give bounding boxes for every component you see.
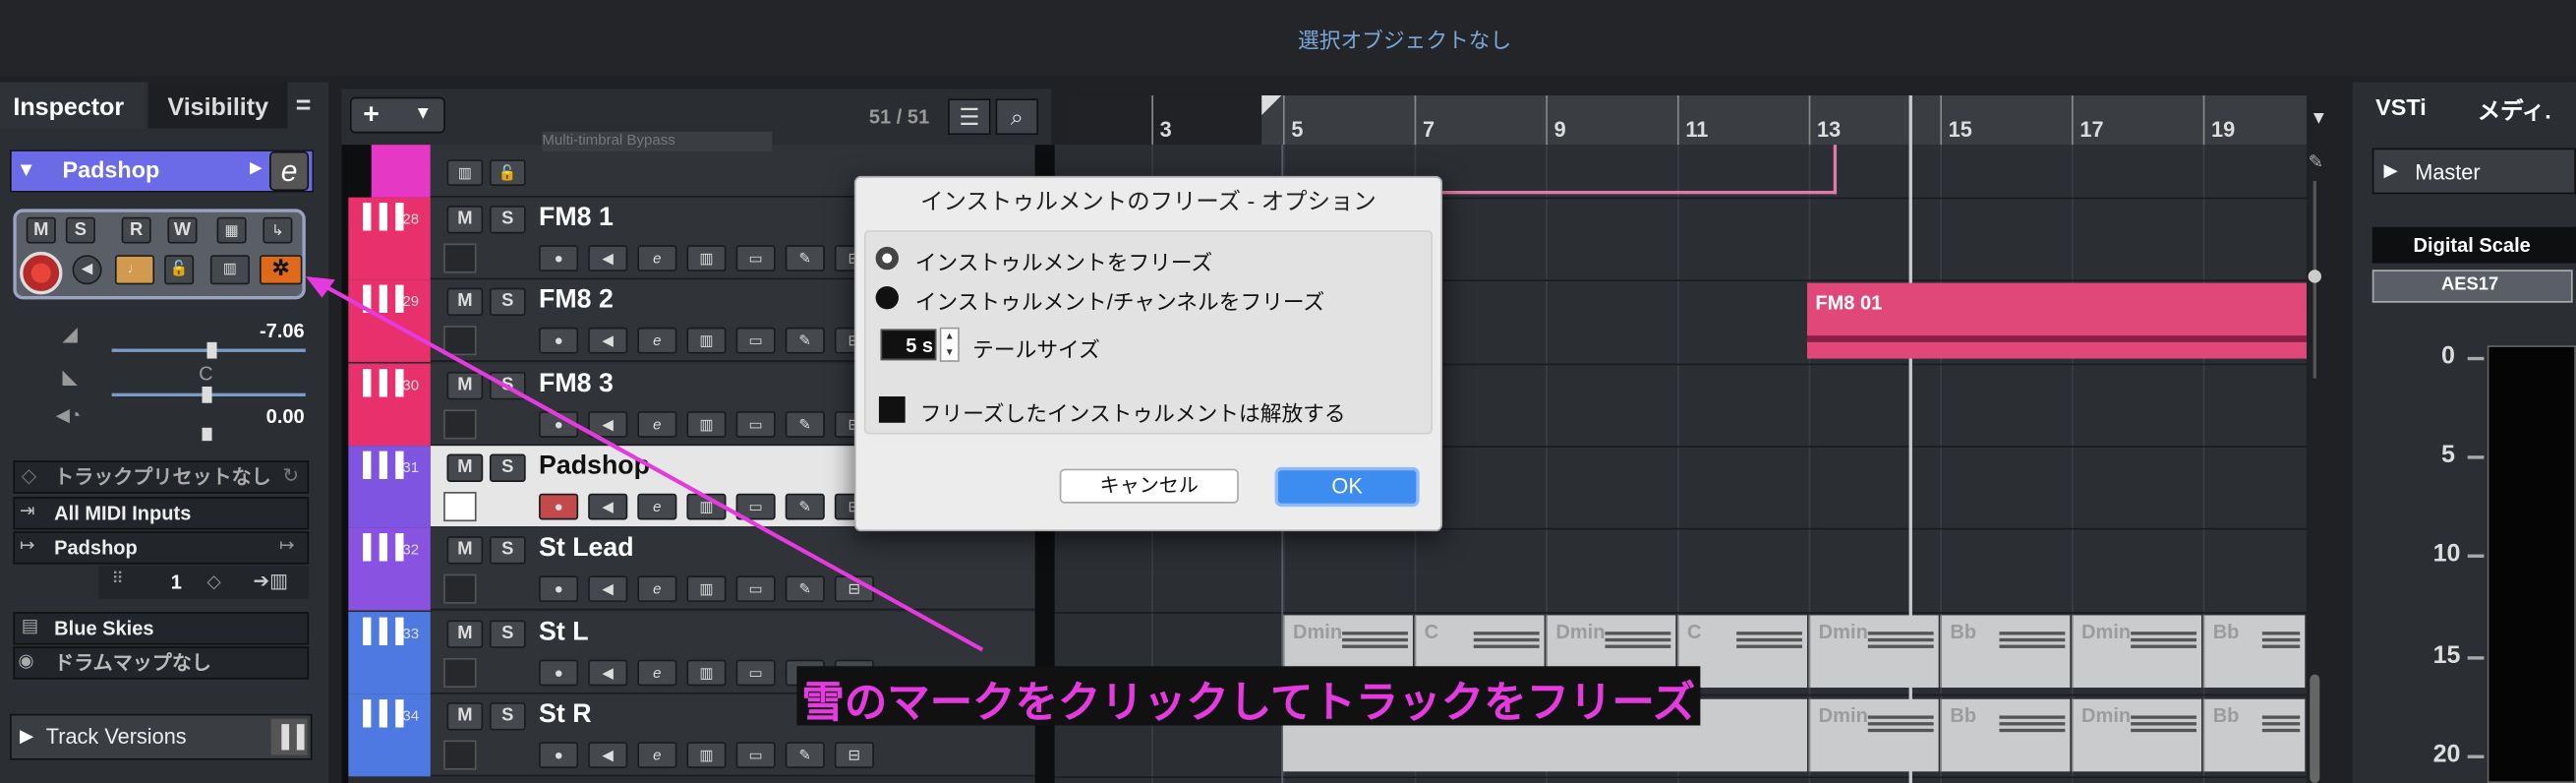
cubase-window: 選択オブジェクトなし Inspector Visibility = ▼ Pads… [0, 0, 2576, 783]
annotation-caption: 雪のマークをクリックしてトラックをフリーズ [796, 666, 1701, 727]
